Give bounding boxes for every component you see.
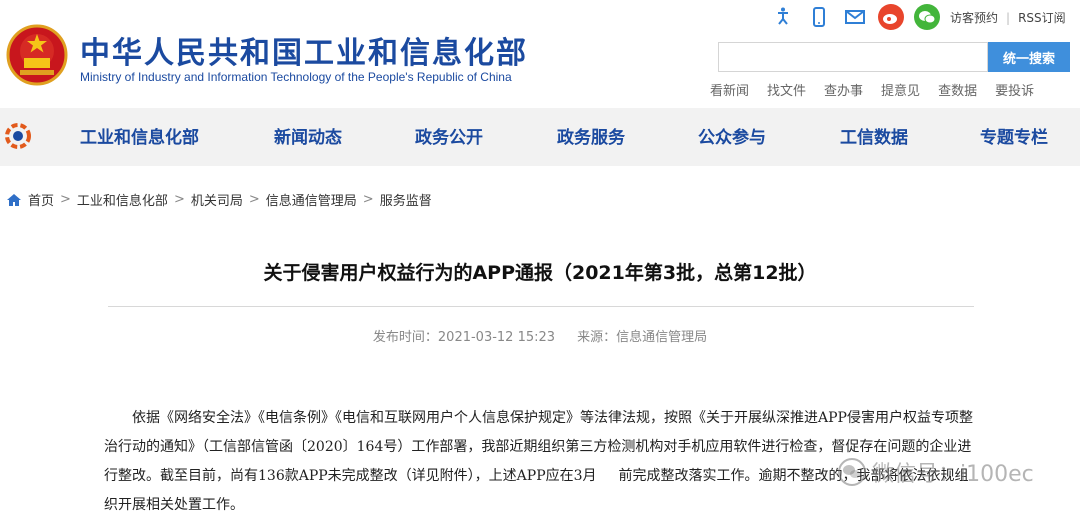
site-subtitle: Ministry of Industry and Information Tec… xyxy=(80,70,512,84)
top-links: 访客预约 | RSS订阅 xyxy=(950,9,1066,26)
breadcrumb-separator: > xyxy=(60,192,71,207)
main-nav: 工业和信息化部 新闻动态 政务公开 政务服务 公众参与 工信数据 专题专栏 xyxy=(0,108,1080,166)
nav-item-public[interactable]: 公众参与 xyxy=(698,123,766,148)
national-emblem-icon[interactable] xyxy=(6,24,68,86)
nav-item-topics[interactable]: 专题专栏 xyxy=(980,123,1048,148)
quick-link-services[interactable]: 查办事 xyxy=(824,80,863,99)
accessibility-icon[interactable] xyxy=(770,4,796,30)
breadcrumb-separator: > xyxy=(173,192,185,207)
mail-icon[interactable] xyxy=(842,4,868,30)
mobile-icon[interactable] xyxy=(806,4,832,30)
breadcrumb-service-supervision[interactable]: 服务监督 xyxy=(380,190,432,209)
wechat-watermark-icon xyxy=(838,458,866,486)
site-header: 中华人民共和国工业和信息化部 Ministry of Industry and … xyxy=(0,0,1080,108)
breadcrumb-telecom-bureau[interactable]: 信息通信管理局 xyxy=(266,190,357,209)
quick-link-data[interactable]: 查数据 xyxy=(938,80,977,99)
weibo-icon[interactable] xyxy=(878,4,904,30)
nav-item-data[interactable]: 工信数据 xyxy=(840,123,908,148)
link-separator: | xyxy=(1006,11,1011,25)
nav-item-ministry[interactable]: 工业和信息化部 xyxy=(80,123,199,148)
breadcrumb-departments[interactable]: 机关司局 xyxy=(191,190,243,209)
search-input[interactable] xyxy=(718,42,988,72)
title-divider xyxy=(108,306,974,307)
quick-link-feedback[interactable]: 提意见 xyxy=(881,80,920,99)
ministry-logo-icon[interactable] xyxy=(4,122,32,150)
article-source: 来源：信息通信管理局 xyxy=(577,330,708,345)
quick-link-files[interactable]: 找文件 xyxy=(767,80,806,99)
site-title[interactable]: 中华人民共和国工业和信息化部 xyxy=(80,28,528,72)
nav-item-news[interactable]: 新闻动态 xyxy=(274,123,342,148)
search-button[interactable]: 统一搜索 xyxy=(988,42,1070,72)
breadcrumb-ministry[interactable]: 工业和信息化部 xyxy=(77,190,168,209)
article-title: 关于侵害用户权益行为的APP通报（2021年第3批，总第12批） xyxy=(263,262,817,284)
home-icon[interactable] xyxy=(6,193,22,207)
wechat-watermark: 微信号：i100ec xyxy=(838,456,1034,488)
quick-link-news[interactable]: 看新闻 xyxy=(710,80,749,99)
breadcrumb-separator: > xyxy=(362,192,374,207)
top-icon-bar xyxy=(770,4,950,30)
breadcrumb: 首页 > 工业和信息化部 > 机关司局 > 信息通信管理局 > 服务监督 xyxy=(6,190,432,209)
visitor-appointment-link[interactable]: 访客预约 xyxy=(950,11,998,25)
quick-links: 看新闻 找文件 查办事 提意见 查数据 要投诉 xyxy=(710,80,1052,99)
breadcrumb-home[interactable]: 首页 xyxy=(28,190,54,209)
article-meta: 发布时间：2021-03-12 15:23 来源：信息通信管理局 xyxy=(0,326,1080,345)
quick-link-complaint[interactable]: 要投诉 xyxy=(995,80,1034,99)
wechat-icon[interactable] xyxy=(914,4,940,30)
publish-time: 发布时间：2021-03-12 15:23 xyxy=(372,330,556,345)
nav-item-gov-services[interactable]: 政务服务 xyxy=(557,123,625,148)
watermark-text: 微信号：i100ec xyxy=(872,462,1034,487)
breadcrumb-separator: > xyxy=(248,192,260,207)
rss-link[interactable]: RSS订阅 xyxy=(1018,11,1066,25)
nav-item-gov-affairs[interactable]: 政务公开 xyxy=(415,123,483,148)
